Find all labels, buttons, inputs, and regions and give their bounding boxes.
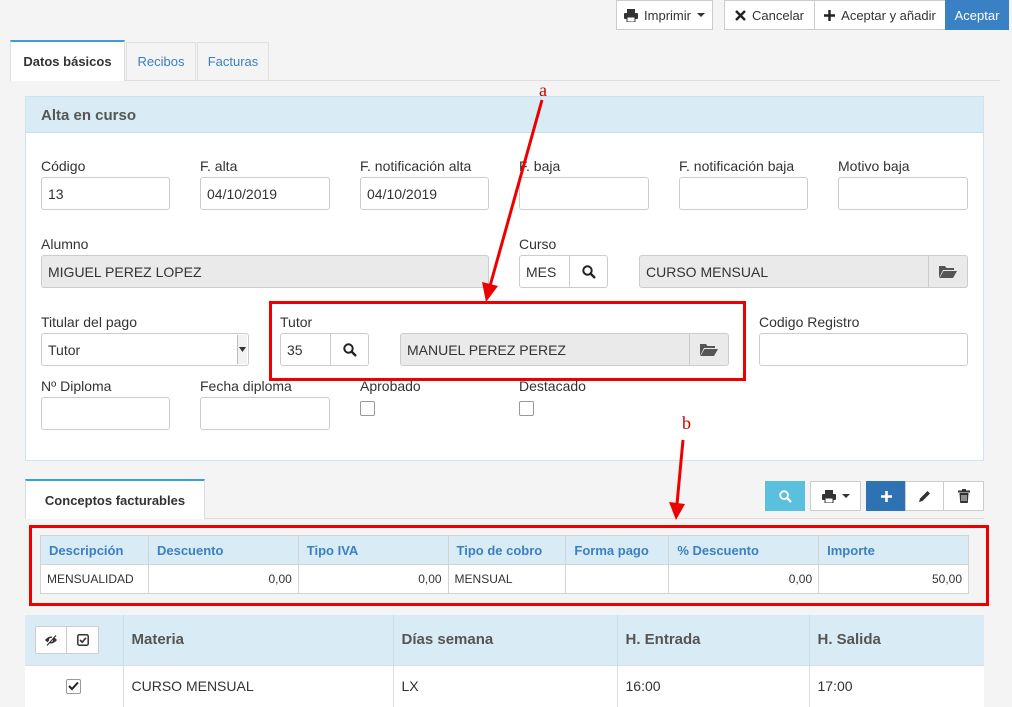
accept-label: Aceptar	[954, 7, 1000, 23]
tab-label: Datos básicos	[23, 54, 112, 69]
accept-and-add-label: Aceptar y añadir	[841, 7, 936, 23]
close-icon	[735, 9, 746, 21]
f-notificacion-baja-input[interactable]	[679, 177, 808, 210]
row-checkbox[interactable]	[66, 678, 82, 694]
cell-h-entrada: 16:00	[616, 664, 809, 707]
destacado-checkbox[interactable]	[519, 401, 534, 416]
eye-slash-icon	[44, 634, 58, 646]
pencil-icon	[918, 490, 931, 503]
select-arrow-icon	[237, 335, 247, 364]
f-alta-label: F. alta	[200, 158, 238, 174]
col-dias-semana[interactable]: Días semana	[392, 615, 617, 665]
codigo-label: Código	[41, 158, 86, 174]
cancel-label: Cancelar	[751, 7, 805, 23]
titular-pago-label: Titular del pago	[41, 314, 137, 330]
accept-button[interactable]: Aceptar	[945, 0, 1009, 30]
alumno-label: Alumno	[41, 236, 89, 252]
search-concepts-button[interactable]	[765, 481, 805, 511]
col-h-entrada[interactable]: H. Entrada	[616, 615, 809, 665]
motivo-baja-input[interactable]	[838, 177, 968, 210]
aprobado-checkbox[interactable]	[360, 401, 375, 416]
n-diploma-label: Nº Diploma	[41, 378, 112, 394]
annotation-label-b: b	[682, 413, 691, 433]
trash-icon	[957, 489, 970, 503]
codigo-registro-label: Codigo Registro	[759, 314, 860, 330]
search-icon	[581, 264, 596, 279]
delete-concept-button[interactable]	[943, 481, 984, 511]
codigo-input[interactable]: 13	[41, 177, 170, 210]
f-notificacion-alta-label: F. notificación alta	[360, 158, 472, 174]
n-diploma-input[interactable]	[41, 397, 170, 430]
codigo-registro-input[interactable]	[759, 333, 968, 366]
printer-icon	[821, 489, 836, 503]
cell-materia: CURSO MENSUAL	[122, 664, 393, 707]
row-actions-header	[25, 615, 123, 665]
annotation-box-a	[269, 301, 746, 381]
curso-name-input[interactable]: CURSO MENSUAL	[639, 255, 929, 288]
check-icon	[68, 682, 79, 691]
tab-facturas[interactable]: Facturas	[197, 42, 269, 80]
folder-open-icon	[939, 265, 957, 279]
titular-pago-value: Tutor	[48, 341, 81, 358]
fecha-diploma-input[interactable]	[200, 397, 330, 430]
add-concept-button[interactable]	[866, 481, 906, 511]
alumno-input[interactable]: MIGUEL PEREZ LOPEZ	[41, 255, 489, 288]
tab-label: Facturas	[207, 54, 259, 69]
curso-open-button[interactable]	[928, 255, 968, 288]
annotation-arrow-b	[669, 439, 685, 520]
tab-label: Recibos	[137, 54, 185, 69]
tab-conceptos-facturables[interactable]: Conceptos facturables	[25, 479, 205, 519]
table-row[interactable]: CURSO MENSUAL LX 16:00 17:00	[25, 664, 984, 707]
materias-table: Materia Días semana H. Entrada H. Salida…	[25, 615, 984, 707]
plus-icon	[880, 490, 892, 502]
row-select-cell	[25, 664, 123, 707]
tabs-divider	[10, 80, 1000, 81]
tab-label: Conceptos facturables	[44, 492, 186, 508]
cancel-button[interactable]: Cancelar	[724, 0, 815, 30]
f-alta-input[interactable]: 04/10/2019	[200, 177, 330, 210]
materias-header-row: Materia Días semana H. Entrada H. Salida	[25, 615, 984, 665]
titular-pago-select[interactable]: Tutor	[41, 333, 249, 366]
cell-h-salida: 17:00	[808, 664, 984, 707]
print-concepts-button[interactable]	[810, 481, 861, 511]
edit-concept-button[interactable]	[905, 481, 944, 511]
annotation-arrow-a	[482, 99, 544, 302]
tab-recibos[interactable]: Recibos	[126, 42, 196, 80]
print-label: Imprimir	[644, 7, 691, 23]
f-notificacion-baja-label: F. notificación baja	[679, 158, 795, 174]
accept-and-add-button[interactable]: Aceptar y añadir	[814, 0, 946, 30]
tab-datos-basicos[interactable]: Datos básicos	[10, 40, 125, 81]
chevron-down-icon	[696, 13, 705, 17]
annotation-box-b	[29, 525, 989, 606]
cell-dias-semana: LX	[392, 664, 617, 707]
chevron-down-icon	[841, 494, 850, 498]
col-materia[interactable]: Materia	[122, 615, 393, 665]
curso-search-button[interactable]	[569, 255, 608, 288]
plus-icon	[824, 9, 836, 21]
col-h-salida[interactable]: H. Salida	[808, 615, 984, 665]
search-icon	[778, 489, 792, 503]
select-all-button[interactable]	[67, 625, 99, 654]
toggle-visibility-button[interactable]	[35, 625, 67, 654]
check-square-icon	[76, 633, 89, 646]
motivo-baja-label: Motivo baja	[838, 158, 910, 174]
printer-icon	[624, 8, 639, 22]
print-button[interactable]: Imprimir	[616, 0, 713, 30]
